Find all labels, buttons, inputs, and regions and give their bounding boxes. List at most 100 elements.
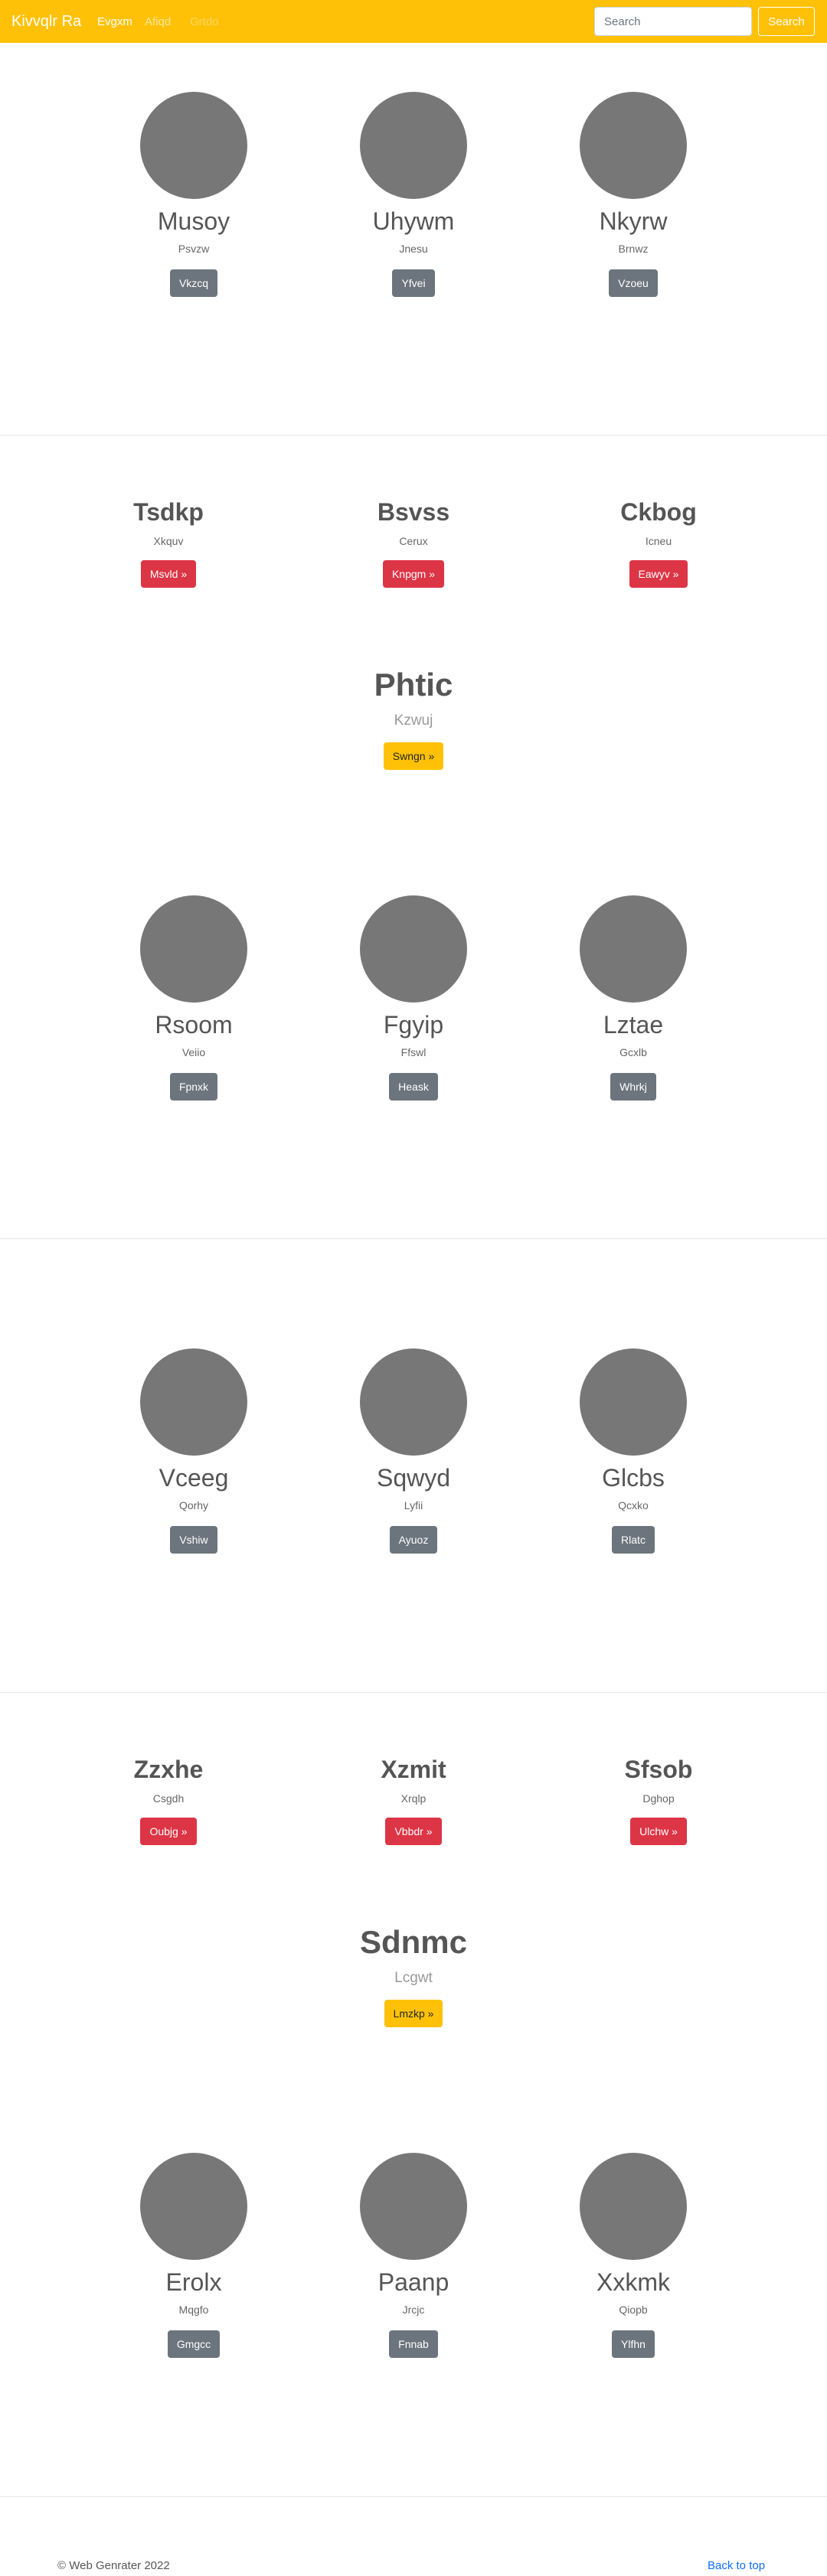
profile-subtitle: Qcxko [618, 1499, 649, 1511]
feature-button[interactable]: Ulchw » [630, 1818, 687, 1845]
section-divider [0, 2496, 827, 2497]
highlight-block: Phtic Kzwuj Swngn » [260, 666, 567, 770]
nav-link-3[interactable]: Grtdo [190, 15, 219, 29]
nav-link-1[interactable]: Evgxm [97, 15, 132, 29]
feature-button[interactable]: Msvld » [140, 560, 197, 588]
feature-column: Ckbog Icneu Eawyv » [567, 497, 750, 588]
profile-name: Fgyip [383, 1011, 444, 1039]
avatar [140, 1348, 247, 1456]
profile-card: Nkyrw Brnwz Vzoeu [541, 92, 725, 297]
feature-subtitle: Xkquv [153, 535, 184, 547]
profile-subtitle: Veiio [181, 1046, 206, 1058]
profile-subtitle: Ffswl [400, 1046, 427, 1058]
profile-subtitle: Jnesu [399, 243, 428, 255]
avatar [140, 2153, 247, 2260]
profile-subtitle: Psvzw [178, 243, 210, 255]
profile-name: Uhywm [372, 207, 455, 235]
profile-card: Paanp Jrcjc Fnnab [322, 2153, 505, 2358]
feature-heading: Sfsob [624, 1756, 693, 1783]
profile-card: Fgyip Ffswl Heask [322, 895, 505, 1101]
avatar [360, 2153, 467, 2260]
profile-card: Uhywm Jnesu Yfvei [322, 92, 505, 297]
profile-name: Erolx [165, 2268, 222, 2296]
feature-subtitle: Xrqlp [400, 1792, 427, 1805]
profile-name: Rsoom [155, 1011, 233, 1039]
feature-column: Bsvss Cerux Knpgm » [322, 497, 505, 588]
profile-button[interactable]: Heask [389, 1073, 438, 1101]
search-input[interactable] [594, 7, 752, 36]
profile-name: Xxkmk [597, 2268, 670, 2296]
profile-button[interactable]: Rlatc [612, 1526, 655, 1554]
profile-name: Glcbs [602, 1464, 665, 1492]
feature-subtitle: Dghop [642, 1792, 675, 1805]
profile-card: Musoy Psvzw Vkzcq [102, 92, 286, 297]
highlight-subtitle: Kzwuj [394, 712, 433, 729]
back-to-top-link[interactable]: Back to top [708, 2559, 765, 2573]
section-divider [0, 1238, 827, 1239]
avatar [580, 1348, 687, 1456]
feature-subtitle: Csgdh [152, 1792, 185, 1805]
brand-link[interactable]: Kivvqlr Ra [11, 12, 81, 31]
avatar [580, 2153, 687, 2260]
feature-column: Tsdkp Xkquv Msvld » [77, 497, 260, 588]
profile-subtitle: Qorhy [178, 1499, 209, 1511]
highlight-heading: Phtic [374, 667, 453, 703]
section-divider [0, 1692, 827, 1693]
feature-button[interactable]: Knpgm » [382, 560, 445, 588]
profile-button[interactable]: Vzoeu [609, 269, 658, 297]
avatar [580, 92, 687, 199]
feature-heading: Tsdkp [133, 498, 204, 526]
profile-name: Lztae [603, 1011, 664, 1039]
profile-subtitle: Mqgfo [178, 2304, 209, 2316]
avatar [360, 895, 467, 1003]
feature-heading: Xzmit [381, 1756, 446, 1783]
profile-card: Xxkmk Qiopb Ylfhn [541, 2153, 725, 2358]
feature-subtitle: Cerux [399, 535, 428, 547]
feature-heading: Zzxhe [133, 1756, 204, 1783]
profile-button[interactable]: Fpnxk [169, 1073, 218, 1101]
avatar [360, 92, 467, 199]
feature-heading: Bsvss [377, 498, 450, 526]
avatar [140, 92, 247, 199]
feature-button[interactable]: Oubjg » [140, 1818, 197, 1845]
profile-button[interactable]: Ayuoz [389, 1526, 438, 1554]
feature-column: Sfsob Dghop Ulchw » [567, 1755, 750, 1845]
profile-name: Sqwyd [376, 1464, 451, 1492]
avatar [140, 895, 247, 1003]
highlight-button[interactable]: Lmzkp » [384, 2000, 443, 2027]
feature-button[interactable]: Eawyv » [629, 560, 688, 588]
profile-button[interactable]: Vshiw [170, 1526, 217, 1554]
avatar [360, 1348, 467, 1456]
profile-button[interactable]: Yfvei [392, 269, 435, 297]
profile-card: Sqwyd Lyfii Ayuoz [322, 1348, 505, 1554]
profile-subtitle: Qiopb [619, 2304, 648, 2316]
profile-subtitle: Brnwz [618, 243, 649, 255]
feature-column: Zzxhe Csgdh Oubjg » [77, 1755, 260, 1845]
highlight-heading: Sdnmc [359, 1924, 468, 1960]
top-navbar: Kivvqlr Ra Evgxm Afiqd Grtdo Search [0, 0, 827, 43]
profile-name: Paanp [378, 2268, 449, 2296]
profile-button[interactable]: Vkzcq [169, 269, 218, 297]
profile-card: Rsoom Veiio Fpnxk [102, 895, 286, 1101]
avatar [580, 895, 687, 1003]
profile-name: Vceeg [159, 1464, 229, 1492]
nav-link-2[interactable]: Afiqd [145, 15, 171, 29]
profile-name: Musoy [157, 207, 230, 235]
profile-subtitle: Gcxlb [619, 1046, 647, 1058]
feature-column: Xzmit Xrqlp Vbbdr » [322, 1755, 505, 1845]
search-button[interactable]: Search [758, 7, 815, 36]
highlight-button[interactable]: Swngn » [383, 742, 444, 770]
profile-button[interactable]: Fnnab [389, 2330, 438, 2358]
profile-button[interactable]: Whrkj [610, 1073, 656, 1101]
profile-card: Vceeg Qorhy Vshiw [102, 1348, 286, 1554]
profile-button[interactable]: Gmgcc [167, 2330, 221, 2358]
footer-copyright: © Web Genrater 2022 [57, 2559, 170, 2572]
profile-button[interactable]: Ylfhn [612, 2330, 655, 2358]
highlight-subtitle: Lcgwt [394, 1970, 433, 1986]
profile-card: Lztae Gcxlb Whrkj [541, 895, 725, 1101]
feature-heading: Ckbog [620, 498, 697, 526]
profile-card: Erolx Mqgfo Gmgcc [102, 2153, 286, 2358]
feature-subtitle: Icneu [645, 535, 672, 547]
feature-button[interactable]: Vbbdr » [385, 1818, 442, 1845]
profile-name: Nkyrw [599, 207, 668, 235]
